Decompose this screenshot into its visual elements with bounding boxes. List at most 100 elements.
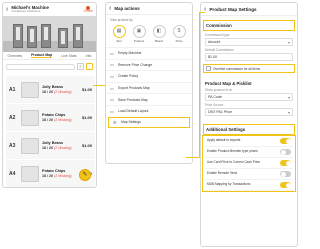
chevron-down-icon: ▾ <box>287 94 290 100</box>
layout-icon: ▭ <box>110 108 114 114</box>
machine-subtitle: Cantaloupe Machines <box>11 9 41 14</box>
empty-machine-item[interactable]: ▭ Empty Machine <box>106 47 192 59</box>
edit-fab-button[interactable]: ✎ <box>79 169 91 181</box>
machine-status: Offline <box>83 5 93 14</box>
slot-row[interactable]: A2 Potato Chips 18 / 20 (2 Missing) $1.0… <box>6 104 95 131</box>
slot-price: $1.00 <box>81 115 92 120</box>
default-commission-field[interactable]: $1.00 <box>205 53 293 61</box>
product-icon: ▣ <box>132 25 146 38</box>
price-source-select[interactable]: DEX PA1 Price ▾ <box>205 108 293 116</box>
menu-item-label: Load Default Layout <box>118 109 149 114</box>
toggle-switch[interactable] <box>280 182 291 188</box>
select-value: PA Code <box>208 95 222 99</box>
search-input[interactable] <box>6 63 75 70</box>
price-tag-icon: ▭ <box>110 62 114 68</box>
option-label: Slot <box>116 39 122 43</box>
slot-info: Jolly Beans 18 / 20 (2 Missing) <box>42 141 79 150</box>
status-label: Offline <box>83 8 93 13</box>
option-label: Price <box>175 39 183 43</box>
slot-code: A2 <box>9 114 16 121</box>
machine-tabs: Overview Product Map Live Stats Info <box>3 52 96 60</box>
missing-count: (2 Missing) <box>54 117 72 122</box>
connector-line <box>186 157 200 158</box>
additional-settings-list: Apply default to imports Enable Product … <box>202 135 296 192</box>
tab-info[interactable]: Info <box>86 54 92 58</box>
menu-item-label: Remove Price Change <box>118 62 153 67</box>
toggle-label: Use Card Price to Correct Cash Price <box>207 160 260 165</box>
toggle-switch[interactable] <box>280 171 291 177</box>
machine-title: Michael's Machine Cantaloupe Machines <box>11 5 80 14</box>
map-actions-screen: ‹ Map actions View product by ▦ Slot ▣ P… <box>105 2 193 164</box>
connector-line <box>199 12 200 158</box>
page-title: Product Map Settings <box>209 6 257 12</box>
commission-type-label: Commission type <box>205 33 230 37</box>
commission-type-select[interactable]: Amount ▾ <box>205 38 293 46</box>
select-value: Amount <box>208 40 221 44</box>
qty-value: 18 / 20 <box>42 145 53 150</box>
vending-machine-image <box>73 24 83 48</box>
vending-machine-image <box>58 28 68 48</box>
filter-icon[interactable]: ≡ <box>77 63 84 70</box>
slot-row[interactable]: A1 Jolly Beans 18 / 20 (2 Missing) $1.00 <box>6 76 95 103</box>
slot-info: Jolly Beans 18 / 20 (2 Missing) <box>42 85 79 94</box>
override-commission-checkbox[interactable]: Override commission for all items <box>203 64 295 73</box>
brand-icon: ◧ <box>152 25 166 38</box>
slot-code: A1 <box>9 86 16 93</box>
more-actions-icon[interactable]: ⋮ <box>86 63 93 70</box>
map-settings-item[interactable]: ⚙ Map Settings <box>108 116 190 129</box>
toggle-switch[interactable] <box>280 160 291 166</box>
slot-info: Potato Chips 18 / 20 (2 Missing) <box>42 169 79 178</box>
view-by-price-option[interactable]: $ Price <box>171 25 188 43</box>
product-image <box>21 109 39 126</box>
connector-line <box>93 85 105 86</box>
toggle-label: Apply default to imports <box>207 138 241 143</box>
gear-icon: ⚙ <box>113 119 117 125</box>
back-arrow-icon[interactable]: ‹ <box>6 6 8 13</box>
chevron-down-icon: ▾ <box>287 109 290 115</box>
export-icon: ▭ <box>110 85 114 91</box>
settings-header: ‹ Product Map Settings <box>201 3 297 16</box>
filter-bar: ≡ ⋮ <box>3 60 96 73</box>
slot-code: A4 <box>9 170 16 177</box>
missing-count: (2 Missing) <box>54 173 72 178</box>
view-by-product-option[interactable]: ▣ Product <box>131 25 148 43</box>
back-arrow-icon[interactable]: ‹ <box>109 5 111 12</box>
show-product-id-select[interactable]: PA Code ▾ <box>205 93 293 101</box>
tab-live-stats[interactable]: Live Stats <box>61 54 76 58</box>
toggle-label: Enable Product Member type prices <box>207 149 258 154</box>
menu-item-label: Map Settings <box>121 120 141 125</box>
slot-info: Potato Chips 18 / 20 (2 Missing) <box>42 113 79 122</box>
checkbox-icon <box>206 66 211 71</box>
slot-quantity: 18 / 20 (2 Missing) <box>42 118 79 122</box>
toggle-switch[interactable] <box>280 138 291 144</box>
export-products-map-item[interactable]: ▭ Export Products Map <box>106 81 192 94</box>
slot-price: $1.00 <box>81 87 92 92</box>
load-default-layout-item[interactable]: ▭ Load Default Layout <box>106 104 192 117</box>
qty-value: 18 / 20 <box>42 173 53 178</box>
toggle-switch[interactable] <box>280 149 291 155</box>
remove-price-change-item[interactable]: ▭ Remove Price Change <box>106 58 192 71</box>
map-actions-header: ‹ Map actions <box>106 3 192 15</box>
menu-item-label: Empty Machine <box>118 51 142 56</box>
missing-count: (2 Missing) <box>54 145 72 150</box>
select-value: DEX PA1 Price <box>208 110 233 114</box>
option-label: Product <box>133 39 145 43</box>
view-by-brand-option[interactable]: ◧ Brand <box>151 25 168 43</box>
checkbox-label: Override commission for all items <box>213 66 261 71</box>
slot-row[interactable]: A3 Jolly Beans 18 / 20 (2 Missing) $1.00 <box>6 132 95 159</box>
slot-quantity: 18 / 20 (2 Missing) <box>42 174 79 178</box>
menu-item-label: Create Policy <box>118 74 139 79</box>
product-map-settings-screen: ‹ Product Map Settings Commission Commis… <box>200 2 298 247</box>
toggle-label: MDB Mapping by Transactions <box>207 182 251 187</box>
view-by-slot-option[interactable]: ▦ Slot <box>111 25 128 43</box>
policy-icon: ▭ <box>110 73 114 79</box>
additional-settings-heading: Additional Settings <box>203 124 295 135</box>
save-products-map-item[interactable]: ▭ Save Products Map <box>106 93 192 105</box>
tab-product-map[interactable]: Product Map <box>31 53 53 58</box>
menu-item-label: Export Products Map <box>118 86 150 91</box>
tab-overview[interactable]: Overview <box>7 54 22 58</box>
create-policy-item[interactable]: ▭ Create Policy <box>106 70 192 82</box>
connector-line <box>199 12 205 13</box>
vending-machine-image <box>13 24 23 48</box>
product-image <box>21 137 39 154</box>
